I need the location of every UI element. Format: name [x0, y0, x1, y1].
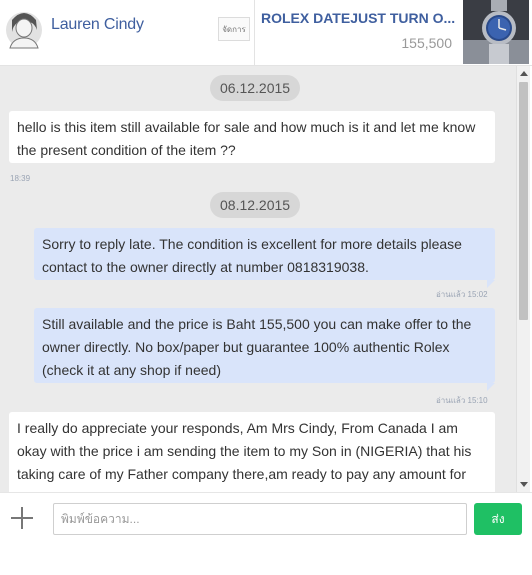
message-input[interactable] — [53, 503, 467, 535]
read-status: อ่านแล้ว 15:10 — [436, 396, 488, 405]
header-divider — [254, 0, 255, 66]
scroll-down-icon[interactable] — [520, 482, 528, 487]
plus-icon[interactable] — [10, 506, 34, 530]
product-thumbnail[interactable] — [463, 0, 529, 64]
bubble-tail — [487, 280, 495, 288]
scroll-up-icon[interactable] — [520, 71, 528, 76]
scroll-thumb[interactable] — [519, 82, 528, 320]
date-separator: 06.12.2015 — [210, 75, 301, 101]
person-icon — [6, 12, 42, 49]
send-button[interactable]: ส่ง — [474, 503, 522, 535]
incoming-message: I really do appreciate your responds, Am… — [9, 412, 495, 492]
chat-scrollbar[interactable] — [516, 66, 530, 492]
outgoing-message: Still available and the price is Baht 15… — [34, 308, 495, 383]
message-composer: ส่ง — [0, 492, 532, 575]
bubble-tail — [487, 383, 495, 391]
contact-avatar[interactable] — [5, 6, 43, 54]
message-time: 18:39 — [10, 174, 31, 183]
contact-name[interactable]: Lauren Cindy — [51, 16, 144, 34]
read-status: อ่านแล้ว 15:02 — [436, 290, 488, 299]
incoming-message: hello is this item still available for s… — [9, 111, 495, 163]
manage-button[interactable]: จัดการ — [218, 17, 250, 41]
outgoing-message: Sorry to reply late. The condition is ex… — [34, 228, 495, 280]
product-title[interactable]: ROLEX DATEJUST TURN O... — [261, 10, 456, 26]
product-price: 155,500 — [401, 35, 452, 51]
chat-header: Lauren Cindy จัดการ ROLEX DATEJUST TURN … — [0, 0, 532, 66]
date-separator: 08.12.2015 — [210, 192, 301, 218]
message-thread[interactable]: 06.12.2015 hello is this item still avai… — [0, 66, 516, 492]
watch-image — [463, 0, 529, 64]
